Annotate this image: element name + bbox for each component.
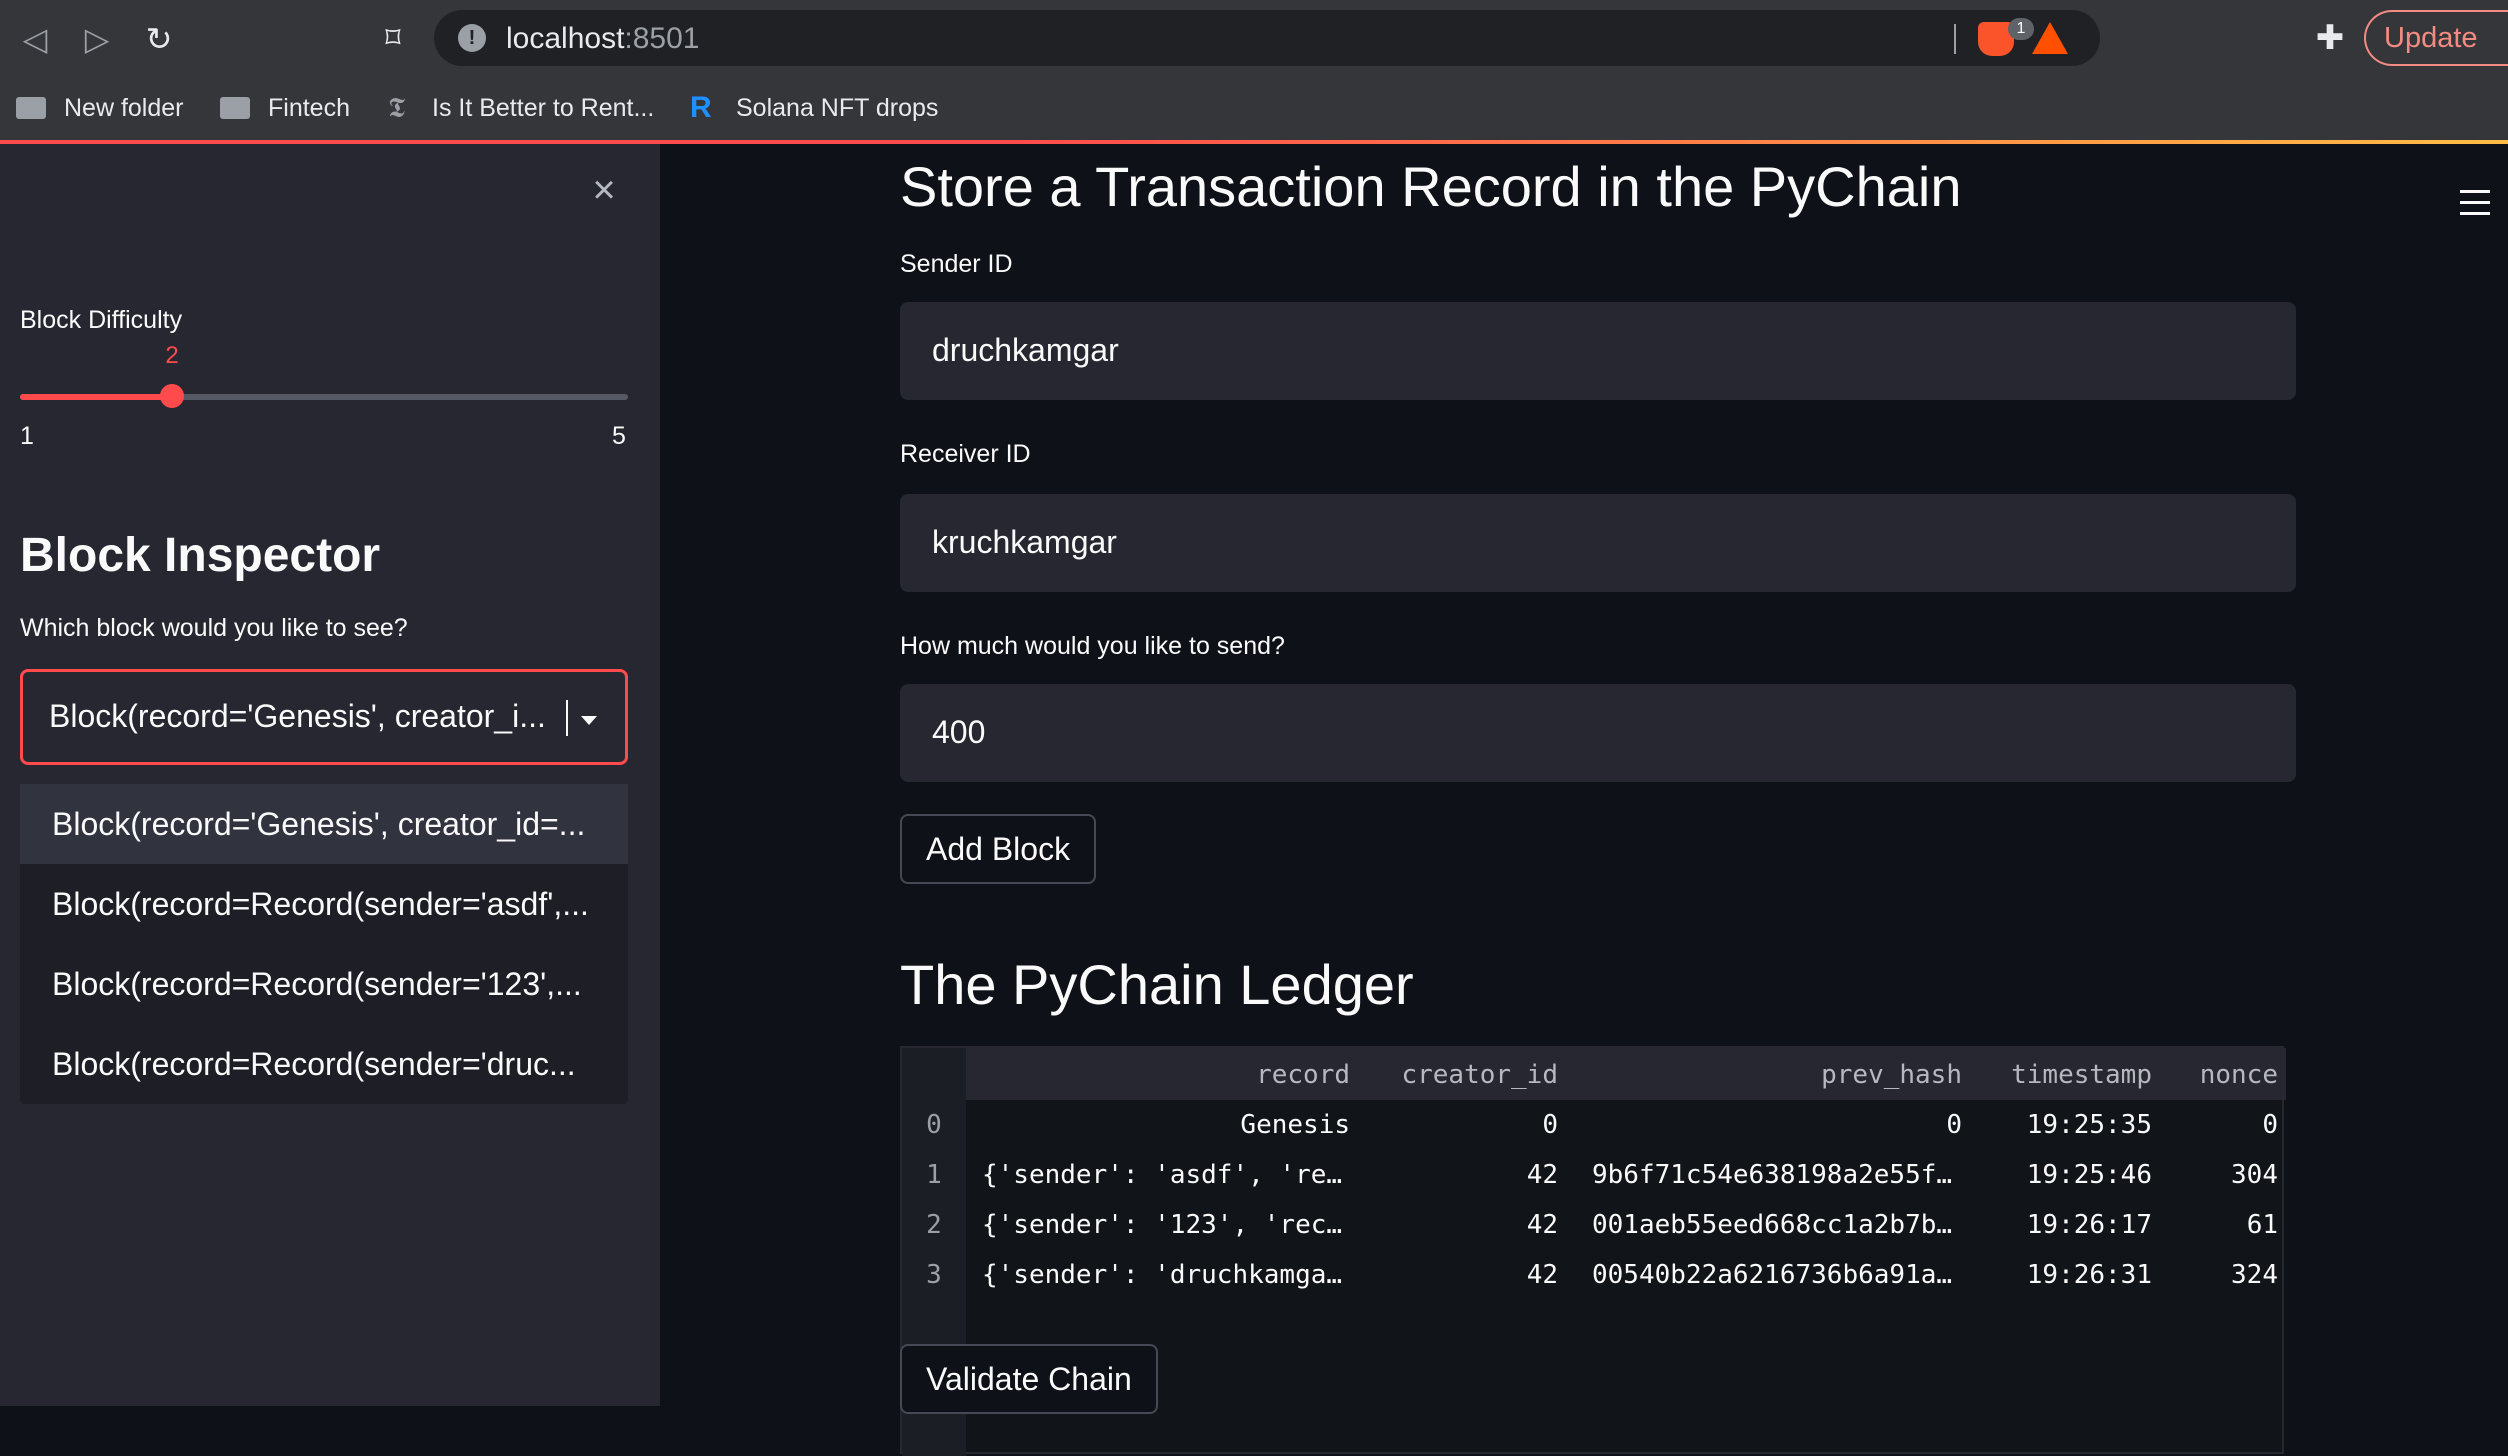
bookmark-new-folder[interactable]: New folder [16, 86, 184, 130]
update-button[interactable]: Update [2364, 10, 2508, 66]
brave-shields-badge: 1 [2008, 18, 2034, 40]
slider-min-label: 1 [20, 422, 34, 450]
folder-icon [220, 97, 250, 119]
nonce-cell: 61 [2246, 1210, 2278, 1240]
column-header[interactable]: nonce [2200, 1060, 2278, 1090]
row-index: 0 [926, 1110, 942, 1140]
sender-value: druchkamgar [932, 332, 1119, 368]
url-port: :8501 [624, 22, 700, 55]
receiver-label: Receiver ID [900, 440, 1031, 468]
receiver-input[interactable]: kruchkamgar [900, 494, 2296, 592]
bookmark-label: New folder [64, 93, 184, 122]
browser-chrome: ◁ ▷ ↻ ⌑ ! localhost:8501 1 ✚ Update New … [0, 0, 2508, 140]
prev-hash-cell: 001aeb55eed668cc1a2b7b… [1592, 1210, 1953, 1240]
url-text: localhost:8501 [506, 22, 699, 56]
block-option[interactable]: Block(record=Record(sender='asdf',... [20, 864, 628, 944]
block-options-list: Block(record='Genesis', creator_id=... B… [20, 784, 628, 1104]
creator-id-cell: 42 [1526, 1210, 1558, 1240]
inspector-heading: Block Inspector [20, 529, 381, 582]
bookmark-icon[interactable]: ⌑ [368, 14, 418, 64]
slider-thumb[interactable] [160, 384, 184, 408]
amount-input[interactable]: 400 [900, 684, 2296, 782]
slider-fill [20, 394, 172, 400]
difficulty-label: Block Difficulty [20, 306, 183, 334]
sender-input[interactable]: druchkamgar [900, 302, 2296, 400]
sender-label: Sender ID [900, 250, 1013, 278]
block-option[interactable]: Block(record=Record(sender='123',... [20, 944, 628, 1024]
block-option[interactable]: Block(record='Genesis', creator_id=... [20, 784, 628, 864]
folder-icon [16, 97, 46, 119]
brave-rewards-icon[interactable] [2032, 22, 2068, 54]
bookmark-fintech[interactable]: Fintech [220, 86, 350, 130]
column-header[interactable]: creator_id [1401, 1060, 1558, 1090]
address-bar[interactable]: ! localhost:8501 1 [434, 10, 2100, 66]
bookmark-solana[interactable]: R Solana NFT drops [690, 86, 938, 130]
creator-id-cell: 0 [1542, 1110, 1558, 1140]
column-header[interactable]: timestamp [2011, 1060, 2152, 1090]
block-select-value: Block(record='Genesis', creator_i... [49, 698, 546, 734]
record-cell: Genesis [1240, 1110, 1350, 1140]
block-option[interactable]: Block(record=Record(sender='druc... [20, 1024, 628, 1104]
column-header[interactable]: record [1256, 1060, 1350, 1090]
amount-value: 400 [932, 714, 986, 750]
url-host: localhost [506, 22, 625, 55]
url-separator [1954, 24, 1956, 54]
slider-value: 2 [165, 342, 179, 369]
column-header[interactable]: prev_hash [1821, 1060, 1962, 1090]
timestamp-cell: 19:25:35 [2026, 1110, 2152, 1140]
bookmark-rent[interactable]: 𝕿 Is It Better to Rent... [388, 86, 654, 130]
receiver-value: kruchkamgar [932, 524, 1117, 560]
record-cell: {'sender': '123', 'rec… [982, 1210, 1343, 1240]
record-cell: {'sender': 'asdf', 're… [982, 1160, 1343, 1190]
nyt-icon: 𝕿 [388, 91, 406, 124]
difficulty-slider[interactable]: 2 [20, 342, 628, 408]
row-index: 1 [926, 1160, 942, 1190]
nonce-cell: 304 [2231, 1160, 2278, 1190]
creator-id-cell: 42 [1526, 1160, 1558, 1190]
row-index: 3 [926, 1260, 942, 1290]
prev-hash-cell: 0 [1946, 1110, 1962, 1140]
site-info-icon[interactable]: ! [458, 24, 486, 52]
page-title: Store a Transaction Record in the PyChai… [900, 155, 1962, 218]
record-cell: {'sender': 'druchkamga… [982, 1260, 1343, 1290]
nonce-cell: 324 [2231, 1260, 2278, 1290]
sidebar: × Block Difficulty 2 1 5 Block Inspector… [0, 144, 660, 1406]
bookmark-label: Fintech [268, 93, 350, 122]
select-divider [566, 700, 568, 736]
update-label: Update [2384, 22, 2478, 54]
browser-toolbar: ◁ ▷ ↻ ⌑ ! localhost:8501 1 ✚ Update [0, 0, 2508, 76]
bookmarks-bar: New folder Fintech 𝕿 Is It Better to Rent… [0, 76, 2508, 140]
main-content: Store a Transaction Record in the PyChai… [660, 144, 2508, 1456]
solana-icon: R [690, 91, 712, 124]
prev-hash-cell: 00540b22a6216736b6a91a… [1592, 1260, 1953, 1290]
block-select[interactable]: Block(record='Genesis', creator_i... [20, 669, 628, 765]
slider-max-label: 5 [612, 422, 626, 450]
creator-id-cell: 42 [1526, 1260, 1558, 1290]
add-block-button[interactable]: Add Block [900, 814, 1097, 884]
extensions-icon[interactable]: ✚ [2310, 18, 2350, 58]
row-index: 2 [926, 1210, 942, 1240]
back-icon[interactable]: ◁ [10, 14, 60, 64]
timestamp-cell: 19:26:17 [2026, 1210, 2152, 1240]
timestamp-cell: 19:25:46 [2026, 1160, 2152, 1190]
chevron-down-icon[interactable] [581, 716, 597, 725]
bookmark-label: Is It Better to Rent... [432, 93, 655, 122]
inspector-prompt: Which block would you like to see? [20, 614, 408, 642]
amount-label: How much would you like to send? [900, 632, 1285, 660]
timestamp-cell: 19:26:31 [2026, 1260, 2152, 1290]
reload-icon[interactable]: ↻ [134, 14, 184, 64]
hamburger-menu-icon[interactable] [2460, 190, 2490, 216]
close-icon[interactable]: × [586, 170, 622, 210]
nonce-cell: 0 [2262, 1110, 2278, 1140]
prev-hash-cell: 9b6f71c54e638198a2e55f… [1592, 1160, 1953, 1190]
ledger-title: The PyChain Ledger [900, 953, 1414, 1016]
validate-chain-button[interactable]: Validate Chain [900, 1344, 1158, 1414]
bookmark-label: Solana NFT drops [736, 93, 939, 122]
forward-icon[interactable]: ▷ [72, 14, 122, 64]
